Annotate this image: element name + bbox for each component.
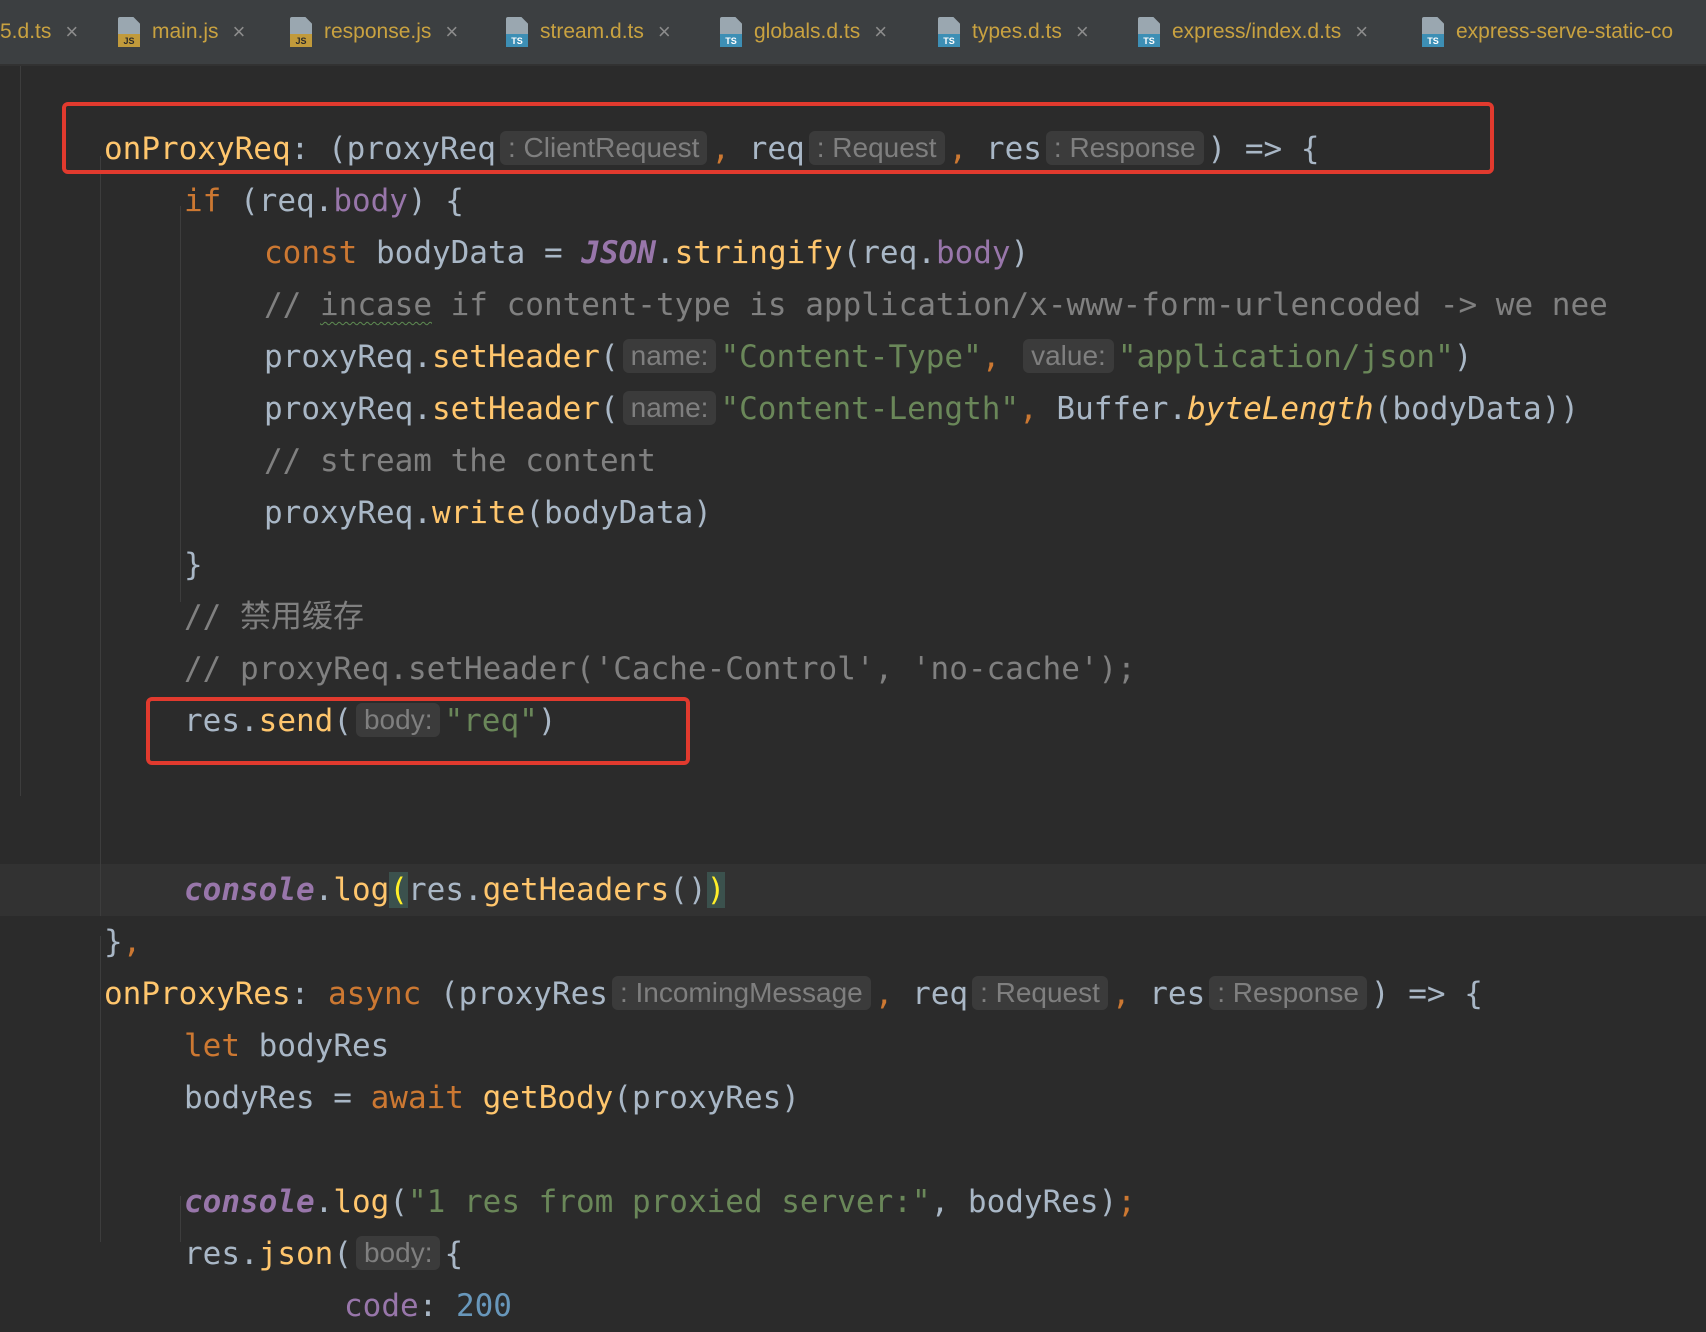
param-hint: name: <box>622 338 717 373</box>
indent-guide <box>100 156 101 916</box>
code-line: console.log(res.getHeaders()) <box>184 872 726 908</box>
tab-label: express-serve-static-co <box>1456 20 1674 43</box>
code-comment: // proxyReq.setHeader('Cache-Control', '… <box>184 651 1136 687</box>
code-comment: // incase if content-type is application… <box>264 287 1608 323</box>
highlight-box-res-send <box>146 697 690 765</box>
code-line: res.json(body:{ <box>184 1235 464 1272</box>
code-comment: // 禁用缓存 <box>184 599 364 635</box>
ts-file-icon: TS <box>938 17 960 47</box>
tab-response-js[interactable]: JS response.js × <box>290 0 458 64</box>
tab-label: types.d.ts <box>972 20 1062 43</box>
indent-guide <box>180 1196 181 1242</box>
tab-types-d-ts[interactable]: TS types.d.ts × <box>938 0 1089 64</box>
ts-file-icon: TS <box>1138 17 1160 47</box>
code-line: const bodyData = JSON.stringify(req.body… <box>264 235 1030 271</box>
code-line: proxyReq.setHeader(name: "Content-Length"… <box>264 390 1580 427</box>
js-file-icon: JS <box>290 17 312 47</box>
code-line: if (req.body) { <box>184 183 464 219</box>
js-file-icon: JS <box>118 17 140 47</box>
type-hint: : IncomingMessage <box>611 975 871 1010</box>
editor-tab-bar: 5.d.ts × JS main.js × JS response.js × T… <box>0 0 1706 66</box>
indent-guide <box>20 66 21 796</box>
tab-label: stream.d.ts <box>540 20 644 43</box>
code-line: console.log("1 res from proxied server:"… <box>184 1184 1136 1220</box>
ts-file-icon: TS <box>1422 17 1444 47</box>
tab-express-index-d-ts[interactable]: TS express/index.d.ts × <box>1138 0 1368 64</box>
code-line: proxyReq.write(bodyData) <box>264 495 712 531</box>
close-icon[interactable]: × <box>233 19 246 45</box>
tab-label: main.js <box>152 20 219 43</box>
indent-guide <box>180 206 181 602</box>
param-hint: body: <box>355 1235 441 1270</box>
type-hint: : Request <box>972 975 1108 1010</box>
close-icon[interactable]: × <box>874 19 887 45</box>
close-icon[interactable]: × <box>1076 19 1089 45</box>
tab-label: globals.d.ts <box>754 20 861 43</box>
tab-5-d-ts[interactable]: 5.d.ts × <box>0 0 78 64</box>
code-line: proxyReq.setHeader(name: "Content-Type", … <box>264 338 1473 375</box>
tab-stream-d-ts[interactable]: TS stream.d.ts × <box>506 0 671 64</box>
close-icon[interactable]: × <box>1355 19 1368 45</box>
tab-label: express/index.d.ts <box>1172 20 1342 43</box>
brace-match: ) <box>706 872 726 908</box>
code-line: }, <box>104 924 142 960</box>
tab-label: 5.d.ts <box>0 20 52 43</box>
tab-label: response.js <box>324 20 432 43</box>
ts-file-icon: TS <box>720 17 742 47</box>
param-hint: value: <box>1023 338 1114 373</box>
type-hint: : Response <box>1209 975 1367 1010</box>
indent-guide <box>100 936 101 1242</box>
code-line: } <box>184 547 203 583</box>
tab-main-js[interactable]: JS main.js × <box>118 0 245 64</box>
tab-globals-d-ts[interactable]: TS globals.d.ts × <box>720 0 887 64</box>
ts-file-icon: TS <box>506 17 528 47</box>
code-line: let bodyRes <box>184 1028 390 1064</box>
close-icon[interactable]: × <box>658 19 671 45</box>
code-line: code: 200 <box>344 1288 512 1324</box>
code-comment: // stream the content <box>264 443 656 479</box>
code-line: onProxyRes: async (proxyRes: IncomingMes… <box>104 975 1483 1012</box>
code-editor[interactable]: onProxyReq: (proxyReq: ClientRequest, re… <box>0 66 1706 1324</box>
code-line: bodyRes = await getBody(proxyRes) <box>184 1080 800 1116</box>
brace-match: ( <box>389 872 408 908</box>
param-hint: name: <box>622 390 717 425</box>
highlight-box-onproxyreq <box>62 102 1494 174</box>
tab-express-serve-static-core[interactable]: TS express-serve-static-co <box>1422 0 1673 64</box>
close-icon[interactable]: × <box>65 19 78 45</box>
close-icon[interactable]: × <box>445 19 458 45</box>
